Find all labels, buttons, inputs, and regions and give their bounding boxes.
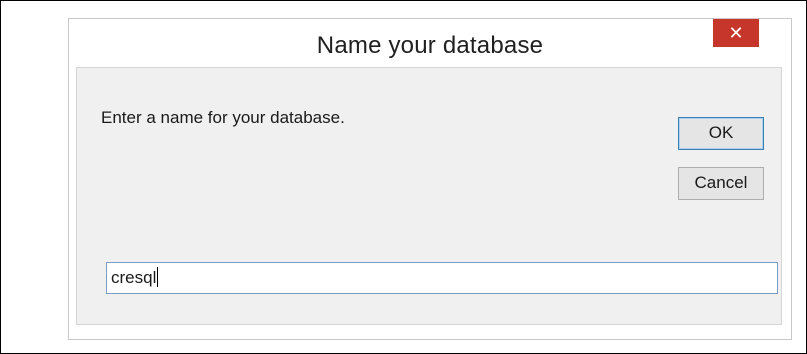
dialog-title: Name your database (316, 32, 544, 59)
text-caret (157, 267, 159, 287)
close-icon: ✕ (728, 23, 744, 43)
name-database-dialog: Name your database ✕ Enter a name for yo… (68, 18, 792, 340)
close-button[interactable]: ✕ (713, 19, 759, 47)
database-name-input[interactable]: cresql (106, 262, 778, 294)
ok-button[interactable]: OK (678, 117, 764, 150)
title-bar[interactable]: Name your database ✕ (69, 19, 791, 67)
database-name-value: cresql (111, 268, 157, 287)
prompt-label: Enter a name for your database. (101, 108, 345, 127)
cancel-button[interactable]: Cancel (678, 167, 764, 200)
